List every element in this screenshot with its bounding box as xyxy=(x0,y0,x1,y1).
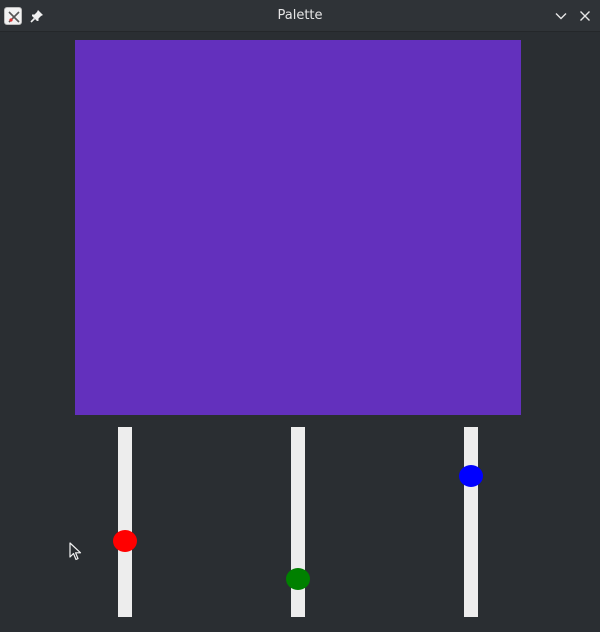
mouse-cursor-icon xyxy=(69,542,82,561)
chevron-down-icon xyxy=(555,13,567,20)
green-slider[interactable] xyxy=(286,427,310,617)
close-icon xyxy=(580,11,590,21)
close-button[interactable] xyxy=(577,8,593,24)
red-slider-knob[interactable] xyxy=(113,530,137,552)
palette-window: Palette xyxy=(0,0,600,632)
blue-slider[interactable] xyxy=(459,427,483,617)
blue-slider-knob[interactable] xyxy=(459,465,483,488)
green-slider-knob[interactable] xyxy=(286,568,310,590)
title-bar[interactable]: Palette xyxy=(0,0,600,32)
red-slider[interactable] xyxy=(113,427,137,617)
color-preview xyxy=(75,40,521,415)
minimize-button[interactable] xyxy=(553,8,569,24)
window-title: Palette xyxy=(277,8,323,23)
pin-icon[interactable] xyxy=(30,8,44,23)
palette-app-icon[interactable] xyxy=(4,7,22,25)
